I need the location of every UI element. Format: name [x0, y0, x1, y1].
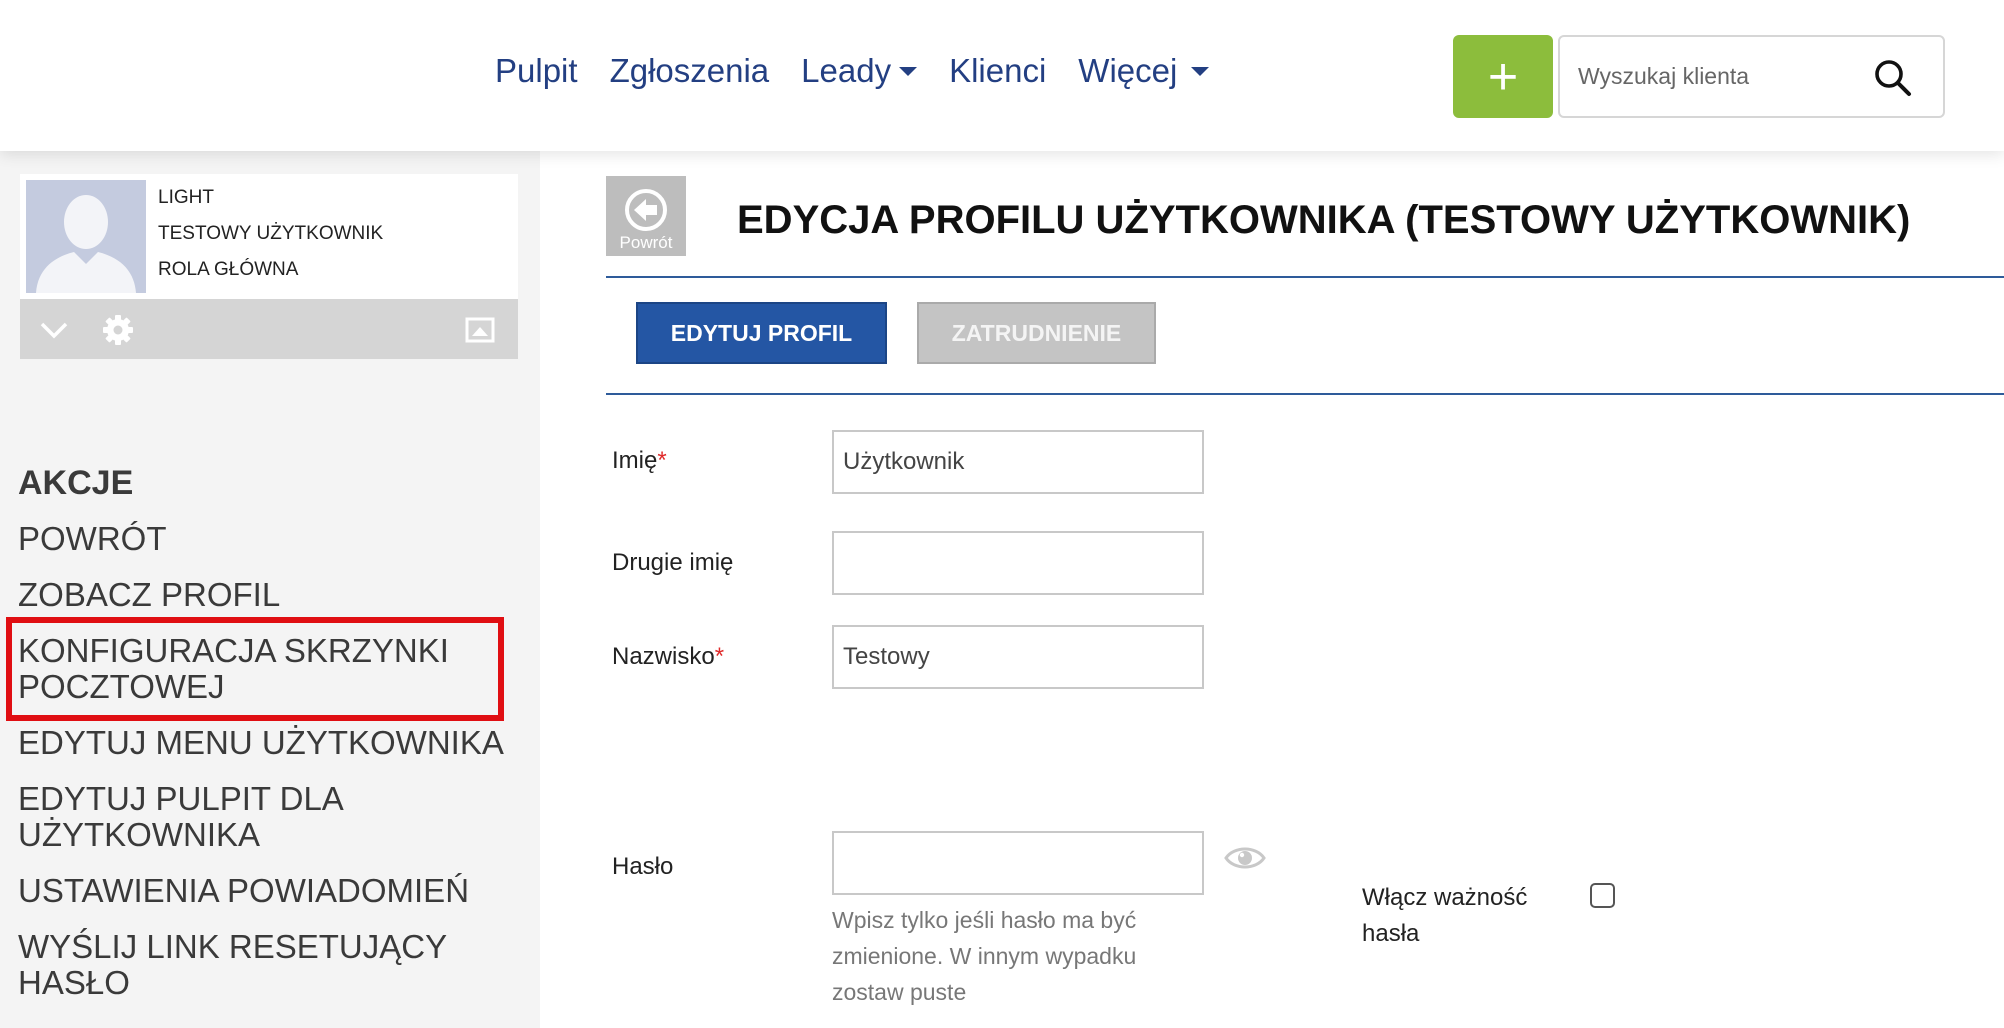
divider — [606, 276, 2004, 278]
label-text: Nazwisko — [612, 643, 715, 670]
chevron-down-icon[interactable] — [38, 314, 70, 346]
arrow-left-circle-icon — [625, 189, 667, 231]
profile-user-name: TESTOWY UŻYTKOWNIK — [158, 223, 384, 244]
nav-item-label: Więcej — [1078, 52, 1178, 89]
nav-item-zgloszenia[interactable]: Zgłoszenia — [610, 52, 770, 90]
tab-edytuj-profil[interactable]: EDYTUJ PROFIL — [636, 302, 887, 364]
password-hint: Wpisz tylko jeśli hasło ma być zmienione… — [832, 907, 1137, 1005]
profile-role: ROLA GŁÓWNA — [158, 259, 299, 280]
first-name-label: Imię* — [612, 447, 667, 475]
action-konfiguracja-skrzynki-pocztowej[interactable]: KONFIGURACJA SKRZYNKI POCZTOWEJ — [6, 617, 504, 721]
actions-menu: AKCJE POWRÓT ZOBACZ PROFIL KONFIGURACJA … — [6, 455, 528, 1011]
caret-down-icon — [899, 66, 918, 76]
nav-item-leady[interactable]: Leady — [801, 52, 918, 90]
middle-name-field[interactable] — [832, 531, 1204, 595]
top-navigation-bar: Pulpit Zgłoszenia Leady Klienci Więcej + — [0, 0, 2004, 151]
required-marker: * — [714, 643, 725, 670]
sidebar: LIGHT TESTOWY UŻYTKOWNIK ROLA GŁÓWNA AKC… — [0, 151, 540, 1028]
label-text: Imię — [612, 447, 658, 474]
eye-icon[interactable] — [1224, 843, 1266, 873]
gear-icon[interactable] — [102, 314, 134, 346]
nav-item-pulpit[interactable]: Pulpit — [495, 52, 578, 90]
nav-item-label: Zgłoszenia — [609, 52, 770, 89]
nav-item-label: Pulpit — [495, 52, 578, 89]
image-icon[interactable] — [464, 314, 496, 346]
password-expiry-checkbox[interactable] — [1590, 883, 1615, 908]
avatar[interactable] — [26, 180, 146, 293]
actions-title: AKCJE — [18, 464, 134, 502]
nav-item-label: Klienci — [949, 52, 1047, 89]
profile-card: LIGHT TESTOWY UŻYTKOWNIK ROLA GŁÓWNA — [20, 174, 518, 299]
profile-plan: LIGHT — [158, 187, 214, 208]
nav-item-klienci[interactable]: Klienci — [949, 52, 1046, 90]
user-silhouette-icon — [26, 180, 146, 293]
nav-item-label: Leady — [801, 52, 892, 89]
last-name-label: Nazwisko* — [612, 643, 724, 671]
divider — [606, 393, 2004, 395]
password-label: Hasło — [612, 853, 674, 880]
client-search — [1558, 35, 1945, 118]
back-label: Powrót — [619, 233, 673, 252]
action-powrot[interactable]: POWRÓT — [18, 511, 528, 567]
add-button[interactable]: + — [1453, 35, 1553, 118]
caret-down-icon — [1191, 66, 1210, 76]
password-field[interactable] — [832, 831, 1204, 895]
search-icon[interactable] — [1873, 58, 1913, 98]
first-name-field[interactable] — [832, 430, 1204, 494]
action-wyslij-link-resetujacy[interactable]: WYŚLIJ LINK RESETUJĄCY HASŁO — [18, 919, 528, 1011]
back-button[interactable]: Powrót — [606, 176, 686, 256]
password-expiry-label: Włącz ważność hasła — [1362, 884, 1528, 947]
profile-info: LIGHT TESTOWY UŻYTKOWNIK ROLA GŁÓWNA — [158, 180, 383, 288]
search-input[interactable] — [1578, 63, 1878, 90]
action-zobacz-profil[interactable]: ZOBACZ PROFIL — [18, 567, 528, 623]
main-nav: Pulpit Zgłoszenia Leady Klienci Więcej — [495, 52, 1241, 90]
tab-zatrudnienie[interactable]: ZATRUDNIENIE — [917, 302, 1156, 364]
action-edytuj-menu-uzytkownika[interactable]: EDYTUJ MENU UŻYTKOWNIKA — [18, 715, 528, 771]
profile-toolbar — [20, 299, 518, 359]
last-name-field[interactable] — [832, 625, 1204, 689]
action-edytuj-pulpit[interactable]: EDYTUJ PULPIT DLA UŻYTKOWNIKA — [18, 771, 528, 863]
action-ustawienia-powiadomien[interactable]: USTAWIENIA POWIADOMIEŃ — [18, 863, 528, 919]
nav-item-wiecej[interactable]: Więcej — [1078, 52, 1210, 90]
middle-name-label: Drugie imię — [612, 549, 734, 576]
page-title: EDYCJA PROFILU UŻYTKOWNIKA (TESTOWY UŻYT… — [737, 198, 1911, 242]
required-marker: * — [657, 447, 667, 474]
